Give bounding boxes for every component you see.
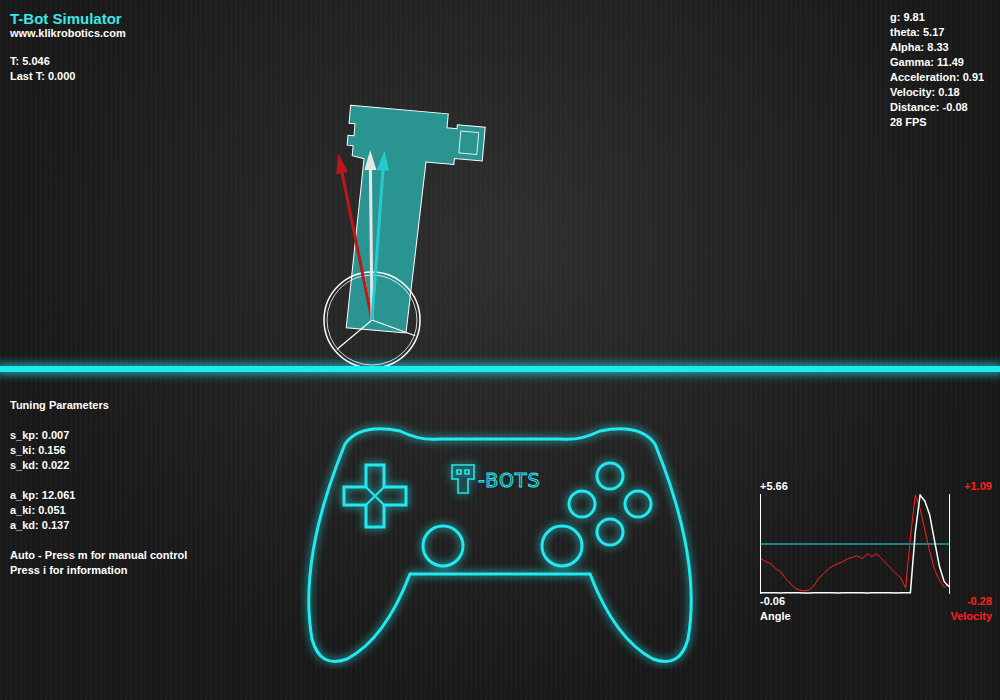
help-line: Press i for information — [10, 563, 300, 578]
dpad-icon — [344, 465, 406, 527]
control-area: Tuning Parameters s_kp: 0.007s_ki: 0.156… — [0, 372, 1000, 700]
stat-line: theta: 5.17 — [890, 25, 990, 40]
angle-series — [761, 495, 949, 593]
chart-max-row: +5.66 +1.09 — [760, 479, 992, 494]
tuning-title: Tuning Parameters — [10, 398, 300, 413]
param-line: a_kd: 0.137 — [10, 518, 300, 533]
right-stick-icon — [542, 526, 582, 566]
time-readout: T: 5.046 — [10, 54, 126, 69]
velocity-min-label: -0.28 — [967, 594, 992, 609]
velocity-legend: Velocity — [950, 609, 992, 624]
stat-line: Distance: -0.08 — [890, 100, 990, 115]
param-line: s_kd: 0.022 — [10, 458, 300, 473]
stat-line: Acceleration: 0.91 — [890, 70, 990, 85]
param-line: a_ki: 0.051 — [10, 503, 300, 518]
wheel-spoke — [372, 320, 415, 336]
stat-line: 28 FPS — [890, 115, 990, 130]
chart-plot — [760, 494, 992, 594]
stats-panel: g: 9.81theta: 5.17Alpha: 8.33Gamma: 11.4… — [890, 10, 990, 130]
param-group: a_kp: 12.061a_ki: 0.051a_kd: 0.137 — [10, 488, 300, 533]
button-icon — [625, 491, 651, 517]
stat-line: Gamma: 11.49 — [890, 55, 990, 70]
angle-min-label: -0.06 — [760, 594, 785, 609]
sim-area: T-Bot Simulator www.klikrobotics.com T: … — [0, 0, 1000, 366]
param-line: a_kp: 12.061 — [10, 488, 300, 503]
chart-mid-line — [760, 544, 950, 545]
tuning-panel: Tuning Parameters s_kp: 0.007s_ki: 0.156… — [0, 372, 300, 700]
angle-legend: Angle — [760, 609, 791, 624]
cyan-arrow-icon — [366, 150, 390, 320]
param-line: s_kp: 0.007 — [10, 428, 300, 443]
app-title: T-Bot Simulator — [10, 10, 126, 27]
button-icon — [597, 463, 623, 489]
website-link[interactable]: www.klikrobotics.com — [10, 27, 126, 39]
help-line: Auto - Press m for manual control — [10, 548, 300, 563]
param-group: s_kp: 0.007s_ki: 0.156s_kd: 0.022 — [10, 428, 300, 473]
robot-head-icon — [459, 131, 479, 154]
last-time-readout: Last T: 0.000 — [10, 69, 126, 84]
button-icon — [597, 519, 623, 545]
logo-text: -BOTS — [478, 469, 541, 491]
stat-line: g: 9.81 — [890, 10, 990, 25]
robot-logo-icon — [452, 465, 474, 493]
simulator-screen: T-Bot Simulator www.klikrobotics.com T: … — [0, 0, 1000, 700]
stat-line: Alpha: 8.33 — [890, 40, 990, 55]
left-stick-icon — [423, 526, 463, 566]
angle-max-label: +5.66 — [760, 479, 788, 494]
gamepad-outline — [309, 429, 691, 662]
stat-line: Velocity: 0.18 — [890, 85, 990, 100]
wheel-spoke — [337, 320, 372, 350]
robot-body — [331, 105, 486, 338]
velocity-series — [761, 495, 949, 591]
telemetry-chart: +5.66 +1.09 -0.06 -0.28 Angle Velocity — [760, 479, 992, 700]
gamepad-icon: -BOTS — [300, 419, 700, 669]
chart-legend: Angle Velocity — [760, 609, 992, 624]
robot-canvas — [0, 0, 1000, 366]
help-text: Auto - Press m for manual controlPress i… — [10, 548, 300, 578]
button-icon — [569, 491, 595, 517]
velocity-max-label: +1.09 — [964, 479, 992, 494]
param-line: s_ki: 0.156 — [10, 443, 300, 458]
red-arrow-icon — [332, 152, 378, 321]
chart-min-row: -0.06 -0.28 — [760, 594, 992, 609]
info-panel: T-Bot Simulator www.klikrobotics.com T: … — [10, 10, 126, 130]
ground-line — [0, 366, 1000, 372]
white-arrow-icon — [364, 150, 378, 320]
robot — [331, 105, 486, 338]
header: T-Bot Simulator www.klikrobotics.com T: … — [0, 0, 1000, 130]
